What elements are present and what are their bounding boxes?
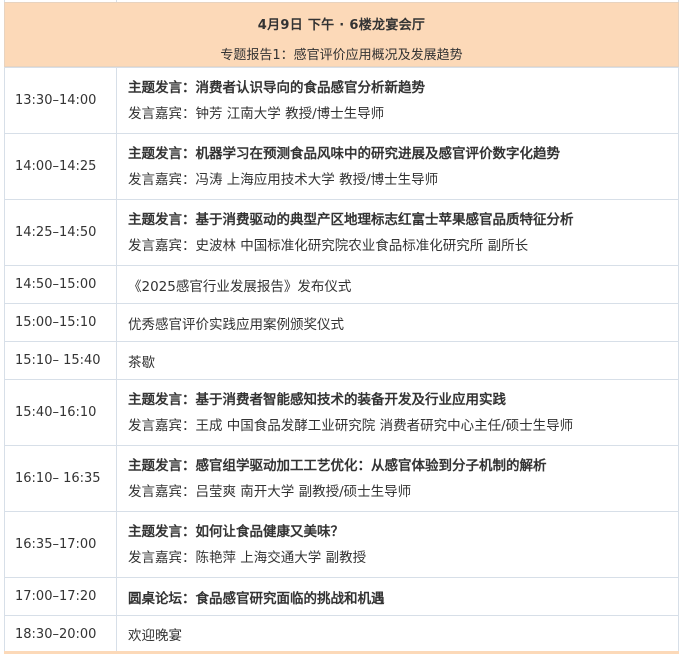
content-cell: 主题发言：基于消费驱动的典型产区地理标志红富士苹果感官品质特征分析 发言嘉宾：史…	[116, 199, 679, 266]
content-cell: 优秀感官评价实践应用案例颁奖仪式	[116, 303, 679, 342]
event-text: 欢迎晚宴	[128, 628, 182, 644]
time-cell: 15:10– 15:40	[4, 341, 117, 380]
time-cell: 17:00–17:20	[4, 577, 117, 616]
content-cell: 茶歇	[116, 341, 679, 380]
time-cell: 14:50–15:00	[4, 265, 117, 304]
content-cell: 主题发言：感官组学驱动加工工艺优化：从感官体验到分子机制的解析 发言嘉宾：吕莹爽…	[116, 445, 679, 512]
talk-title: 主题发言：如何让食品健康又美味？	[128, 523, 344, 540]
speaker-line: 发言嘉宾：冯涛 上海应用技术大学 教授/博士生导师	[128, 171, 439, 188]
content-cell: 主题发言：如何让食品健康又美味？ 发言嘉宾：陈艳萍 上海交通大学 副教授	[116, 511, 679, 578]
event-text: 茶歇	[128, 354, 155, 371]
content-cell: 主题发言：消费者认识导向的食品感官分析新趋势 发言嘉宾：钟芳 江南大学 教授/博…	[116, 67, 679, 134]
schedule-table: 13:30–14:00 主题发言：消费者认识导向的食品感官分析新趋势 发言嘉宾：…	[4, 67, 679, 653]
table-row: 14:25–14:50 主题发言：基于消费驱动的典型产区地理标志红富士苹果感官品…	[4, 199, 679, 266]
table-row: 15:10– 15:40 茶歇	[4, 341, 679, 380]
content-cell: 主题发言：基于消费者智能感知技术的装备开发及行业应用实践 发言嘉宾：王成 中国食…	[116, 379, 679, 446]
content-cell: 主题发言：机器学习在预测食品风味中的研究进展及感官评价数字化趋势 发言嘉宾：冯涛…	[116, 133, 679, 200]
talk-title: 主题发言：消费者认识导向的食品感官分析新趋势	[128, 79, 425, 96]
content-cell: 圆桌论坛：食品感官研究面临的挑战和机遇	[116, 577, 679, 616]
talk-title: 主题发言：机器学习在预测食品风味中的研究进展及感官评价数字化趋势	[128, 145, 560, 162]
session-subtitle: 专题报告1：感官评价应用概况及发展趋势	[220, 48, 463, 63]
event-text: 圆桌论坛：食品感官研究面临的挑战和机遇	[128, 590, 385, 607]
content-cell: 欢迎晚宴	[116, 615, 679, 653]
time-cell: 15:40–16:10	[4, 379, 117, 446]
talk-title: 主题发言：感官组学驱动加工工艺优化：从感官体验到分子机制的解析	[128, 457, 547, 474]
session-title: 4月9日 下午 · 6楼龙宴会厅	[257, 18, 426, 33]
table-row: 17:00–17:20 圆桌论坛：食品感官研究面临的挑战和机遇	[4, 577, 679, 616]
table-row: 14:50–15:00 《2025感官行业发展报告》发布仪式	[4, 265, 679, 304]
time-cell: 18:30–20:00	[4, 615, 117, 653]
speaker-line: 发言嘉宾：陈艳萍 上海交通大学 副教授	[128, 549, 367, 566]
table-row: 14:00–14:25 主题发言：机器学习在预测食品风味中的研究进展及感官评价数…	[4, 133, 679, 200]
table-row: 13:30–14:00 主题发言：消费者认识导向的食品感官分析新趋势 发言嘉宾：…	[4, 67, 679, 134]
speaker-line: 发言嘉宾：王成 中国食品发酵工业研究院 消费者研究中心主任/硕士生导师	[128, 417, 574, 434]
event-text: 优秀感官评价实践应用案例颁奖仪式	[128, 316, 344, 333]
time-cell: 14:25–14:50	[4, 199, 117, 266]
time-cell: 16:10– 16:35	[4, 445, 117, 512]
table-row: 16:10– 16:35 主题发言：感官组学驱动加工工艺优化：从感官体验到分子机…	[4, 445, 679, 512]
speaker-line: 发言嘉宾：史波林 中国标准化研究院农业食品标准化研究所 副所长	[128, 237, 529, 254]
table-row: 18:30–20:00 欢迎晚宴	[4, 615, 679, 653]
speaker-line: 发言嘉宾：吕莹爽 南开大学 副教授/硕士生导师	[128, 483, 412, 500]
table-row: 16:35–17:00 主题发言：如何让食品健康又美味？ 发言嘉宾：陈艳萍 上海…	[4, 511, 679, 578]
speaker-line: 发言嘉宾：钟芳 江南大学 教授/博士生导师	[128, 105, 385, 122]
session-header: 4月9日 下午 · 6楼龙宴会厅 专题报告1：感官评价应用概况及发展趋势	[4, 2, 679, 67]
time-cell: 13:30–14:00	[4, 67, 117, 134]
talk-title: 主题发言：基于消费驱动的典型产区地理标志红富士苹果感官品质特征分析	[128, 211, 574, 228]
time-cell: 14:00–14:25	[4, 133, 117, 200]
time-cell: 16:35–17:00	[4, 511, 117, 578]
table-row: 15:00–15:10 优秀感官评价实践应用案例颁奖仪式	[4, 303, 679, 342]
event-text: 《2025感官行业发展报告》发布仪式	[128, 278, 352, 295]
schedule-frame: 4月9日 下午 · 6楼龙宴会厅 专题报告1：感官评价应用概况及发展趋势 13:…	[0, 0, 683, 654]
time-cell: 15:00–15:10	[4, 303, 117, 342]
content-cell: 《2025感官行业发展报告》发布仪式	[116, 265, 679, 304]
talk-title: 主题发言：基于消费者智能感知技术的装备开发及行业应用实践	[128, 391, 506, 408]
table-row: 15:40–16:10 主题发言：基于消费者智能感知技术的装备开发及行业应用实践…	[4, 379, 679, 446]
